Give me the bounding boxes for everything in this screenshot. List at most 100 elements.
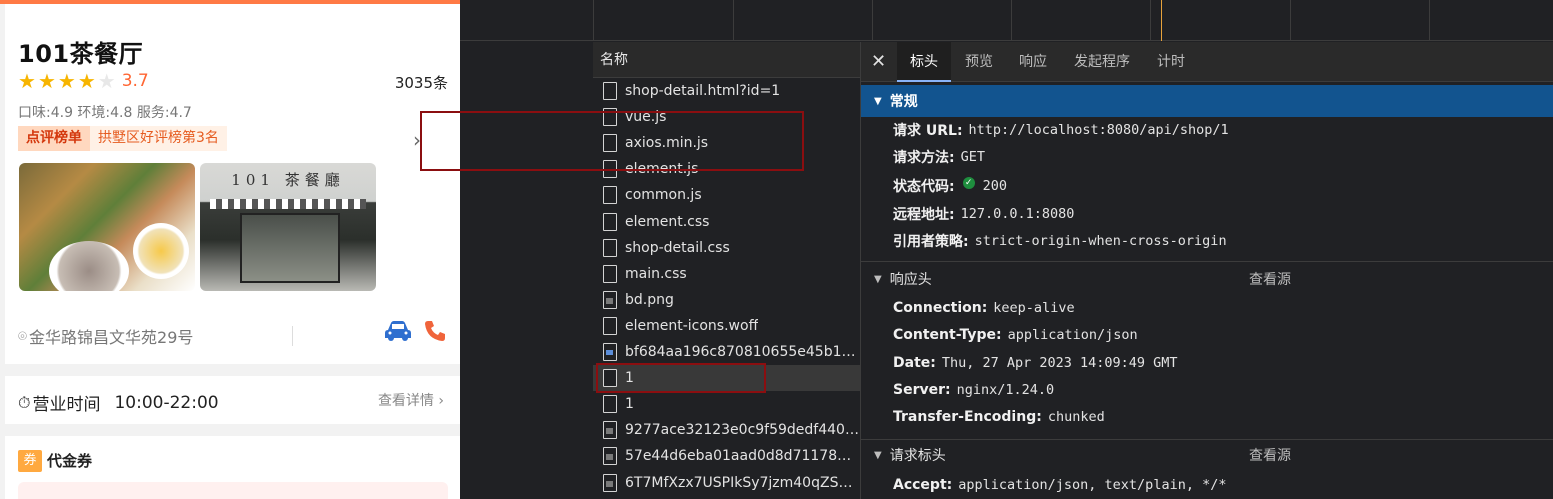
timeline-gridline [593,0,594,41]
file-icon [603,395,617,414]
close-icon[interactable]: ✕ [871,51,886,72]
timeline-gridline [733,0,734,41]
shop-photo-food[interactable] [19,163,195,291]
star-icon: ★ [57,69,76,93]
name-column-header[interactable]: 名称 [593,42,861,78]
status-code-key: 状态代码: [893,179,955,195]
shop-photo-storefront[interactable]: 101 茶餐廳 [200,163,376,291]
request-name: shop-detail.html?id=1 [625,83,781,99]
request-row[interactable]: bd.png [593,287,860,313]
header-value[interactable]: chunked [1048,409,1105,425]
request-row[interactable]: bf684aa196c870810655e45b1e5... [593,339,860,365]
file-icon [603,82,617,100]
tab-initiator[interactable]: 发起程序 [1061,42,1143,82]
request-url-row: 请求 URL: http://localhost:8080/api/shop/1 [893,119,1229,141]
status-ok-icon: ✓ [962,177,975,189]
remote-address-value[interactable]: 127.0.0.1:8080 [961,206,1075,222]
chevron-right-icon: › [438,393,444,409]
header-row: Content-Type: application/json [893,324,1138,346]
timeline-gridline [1150,0,1151,41]
divider [861,261,1553,262]
review-count[interactable]: 3035条 [395,72,448,93]
hours-label: 营业时间 [32,395,101,415]
request-name: 1 [625,396,634,413]
tab-response[interactable]: 响应 [1007,42,1059,82]
request-name: main.css [625,265,687,282]
header-value[interactable]: keep-alive [993,300,1074,316]
request-row[interactable]: 6T7MfXzx7USPIkSy7jzm40qZSml... [593,470,860,496]
tab-timing[interactable]: 计时 [1145,42,1197,82]
tab-headers[interactable]: 标头 [897,42,951,82]
referrer-policy-value[interactable]: strict-origin-when-cross-origin [975,233,1227,249]
storefront-door [240,213,340,283]
section-general-header[interactable]: ▼ 常规 [861,85,1553,117]
phone-icon[interactable] [423,319,447,343]
request-url-value[interactable]: http://localhost:8080/api/shop/1 [969,122,1229,138]
shop-address[interactable]: ⌾ 金华路锦昌文华苑29号 [18,324,193,348]
section-request-headers-header[interactable]: ▼ 请求标头 查看源 [861,439,1553,471]
rank-banner[interactable]: 点评榜单 拱墅区好评榜第3名 [18,126,227,151]
header-value[interactable]: nginx/1.24.0 [957,382,1055,398]
image-file-icon [603,343,617,361]
shop-info-card: 101茶餐厅 ★ ★ ★ ★ ★ 3.7 3035条 口味:4.9 环境:4.8… [5,4,460,364]
request-name: shop-detail.css [625,239,730,256]
header-value[interactable]: Thu, 27 Apr 2023 14:09:49 GMT [942,355,1178,371]
header-key: Transfer-Encoding: [893,409,1042,426]
header-value[interactable]: application/json [1008,327,1138,343]
header-key: Accept: [893,477,953,493]
request-row[interactable]: shop-detail.html?id=1 [593,78,860,104]
request-method-key: 请求方法: [893,150,955,166]
section-response-headers-header[interactable]: ▼ 响应头 查看源 [861,263,1553,295]
view-source-link[interactable]: 查看源 [1249,445,1291,465]
request-row[interactable]: shop-detail.css [593,235,860,261]
hours-detail-link[interactable]: 查看详情 › [378,390,444,410]
header-row: Date: Thu, 27 Apr 2023 14:09:49 GMT [893,352,1178,374]
view-source-link[interactable]: 查看源 [1249,269,1291,289]
car-icon[interactable] [383,319,413,343]
header-key: Connection: [893,300,988,316]
tab-preview[interactable]: 预览 [953,42,1005,82]
star-icon: ★ [18,69,36,93]
request-name: bf684aa196c870810655e45b1e5... [625,344,860,360]
status-code-value[interactable]: 200 [983,178,1007,194]
timeline-marker [1161,0,1162,41]
timeline-gridline [1011,0,1012,41]
divider [292,326,293,346]
business-hours-card: ⏱ 营业时间 10:00-22:00 查看详情 › [5,376,460,424]
request-row[interactable]: main.css [593,261,860,287]
section-title: 请求标头 [889,448,946,464]
request-name: 57e44d6eba01aad0d8d711788f3... [625,448,860,465]
image-file-icon [603,290,617,309]
request-method-value[interactable]: GET [961,149,985,165]
request-row[interactable]: common.js [593,182,860,208]
request-row[interactable]: 9277ace32123e0c9f59dedf44078... [593,417,860,443]
timeline-gridline [1290,0,1291,41]
shop-name: 101茶餐厅 [18,40,144,68]
request-name: 9277ace32123e0c9f59dedf44078... [625,422,860,439]
header-row: Accept: application/json, text/plain, */* [893,474,1226,496]
header-key: Server: [893,381,951,398]
file-icon [603,316,617,335]
storefront-sign: 101 茶餐廳 [231,171,345,189]
request-row[interactable]: element-icons.woff [593,313,860,339]
image-file-icon [603,447,617,466]
timeline-gridline [1429,0,1430,41]
request-row[interactable]: 57e44d6eba01aad0d8d711788f3... [593,443,860,469]
headers-detail: ▼ 常规 请求 URL: http://localhost:8080/api/s… [861,83,1553,499]
request-name: 6T7MfXzx7USPIkSy7jzm40qZSml... [625,474,860,491]
header-key: Date: [893,354,936,371]
request-row[interactable]: 1 [593,391,860,417]
voucher-item[interactable] [18,482,448,499]
referrer-policy-key: 引用者策略: [893,234,969,250]
star-icon: ★ [37,69,56,93]
location-pin-icon: ⌾ [18,327,28,345]
detail-tab-bar: ✕ 标头 预览 响应 发起程序 计时 [861,42,1553,82]
remote-address-row: 远程地址: 127.0.0.1:8080 [893,203,1074,225]
request-row[interactable]: element.css [593,209,860,235]
request-name: element.css [625,213,710,230]
screen: 101茶餐厅 ★ ★ ★ ★ ★ 3.7 3035条 口味:4.9 环境:4.8… [0,0,1553,499]
header-value[interactable]: application/json, text/plain, */* [958,477,1226,493]
voucher-title: 代金券 [47,452,93,470]
network-timeline-overview[interactable] [460,0,1553,41]
voucher-badge-icon: 券 [18,450,42,472]
